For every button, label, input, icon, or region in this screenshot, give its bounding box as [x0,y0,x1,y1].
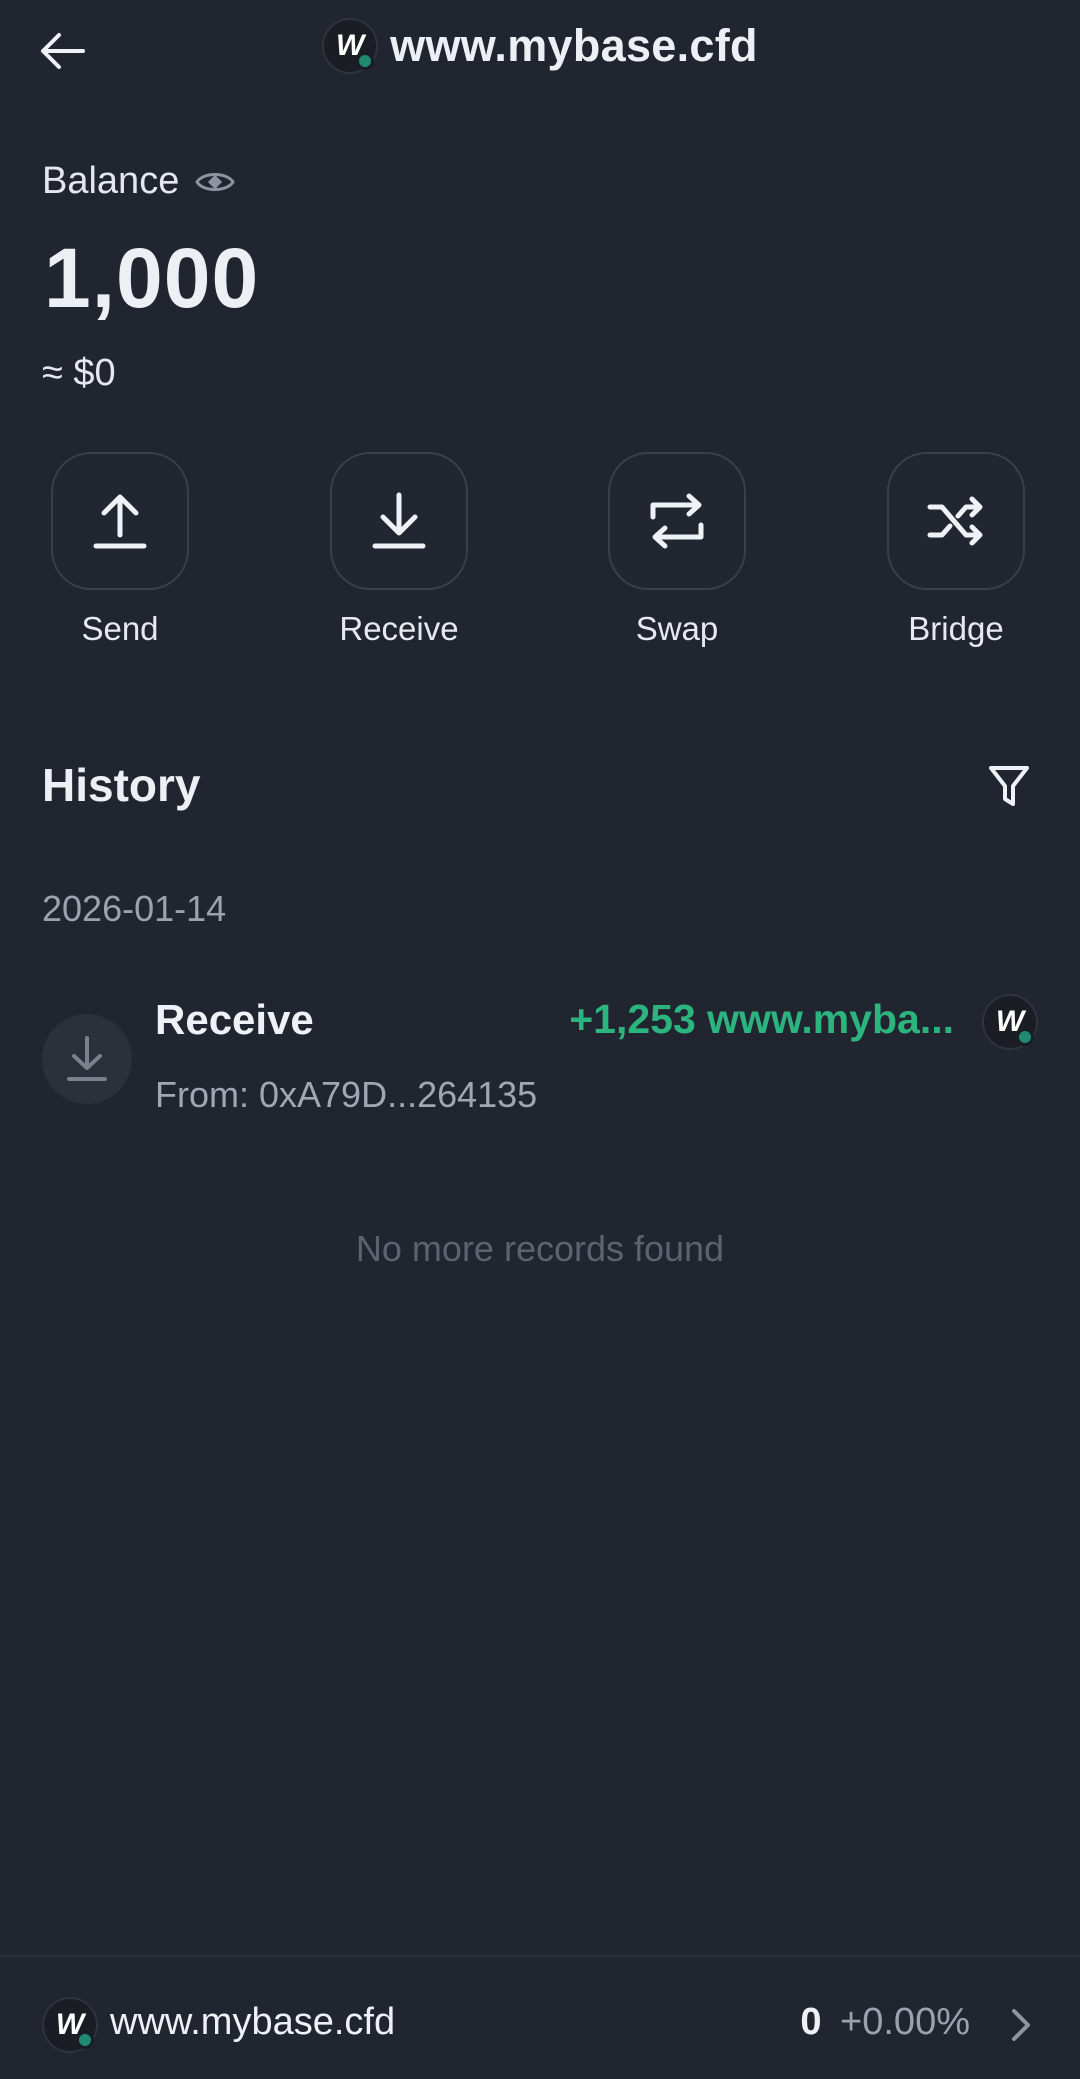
swap-label: Swap [635,610,719,647]
balance-label: Balance [42,160,180,202]
history-title: History [42,759,201,811]
token-logo-icon: W [322,18,379,74]
token-detail-screen: W www.mybase.cfd Balance 1,000 ≈ $0 Send… [0,0,1080,2079]
send-label: Send [81,610,159,647]
swap-icon [650,493,704,549]
no-more-records: No more records found [355,1228,725,1269]
footer-token-logo-badge [76,2031,94,2049]
token-footer-bar[interactable]: W www.mybase.cfd 0 +0.00% [0,1955,1080,2079]
receive-button[interactable]: Receive [299,452,499,648]
bridge-button-circle[interactable] [887,452,1025,590]
token-logo-badge [356,52,375,70]
transaction-row[interactable]: Receive From: 0xA79D...264135 +1,253 www… [0,990,1080,1130]
download-icon [67,1036,107,1081]
eye-icon[interactable] [195,167,236,197]
history-date: 2026-01-14 [42,888,227,929]
tx-token-logo-badge [1016,1028,1034,1046]
footer-balance-group: 0 +0.00% [800,2001,970,2044]
header: W www.mybase.cfd [0,0,1080,100]
tx-type: Receive [155,996,314,1043]
send-button[interactable]: Send [20,452,220,648]
footer-balance: 0 [800,2001,822,2043]
header-title-group: W www.mybase.cfd [0,18,1080,74]
receive-label: Receive [339,610,459,647]
footer-token-name: www.mybase.cfd [110,2001,396,2043]
balance-fiat-value: ≈ $0 [42,352,116,394]
tx-receive-icon [42,1014,132,1104]
receive-button-circle[interactable] [330,452,468,590]
tx-amount: +1,253 www.myba... [569,996,954,1042]
download-icon [372,492,426,549]
swap-button[interactable]: Swap [577,452,777,648]
footer-token-logo-icon: W [42,1997,98,2053]
filter-icon [989,766,1029,806]
tx-from-address: From: 0xA79D...264135 [155,1074,538,1115]
chevron-right-icon[interactable] [1006,2005,1036,2045]
balance-amount: 1,000 [44,231,260,325]
shuffle-icon [927,496,983,546]
page-title: www.mybase.cfd [390,20,758,71]
send-button-circle[interactable] [51,452,189,590]
footer-change: +0.00% [840,2001,970,2043]
bridge-label: Bridge [908,610,1004,647]
upload-icon [93,494,147,549]
balance-label-row: Balance [42,160,236,203]
tx-token-logo-icon: W [982,994,1038,1050]
bridge-button[interactable]: Bridge [856,452,1056,648]
swap-button-circle[interactable] [608,452,746,590]
filter-button[interactable] [986,762,1032,812]
